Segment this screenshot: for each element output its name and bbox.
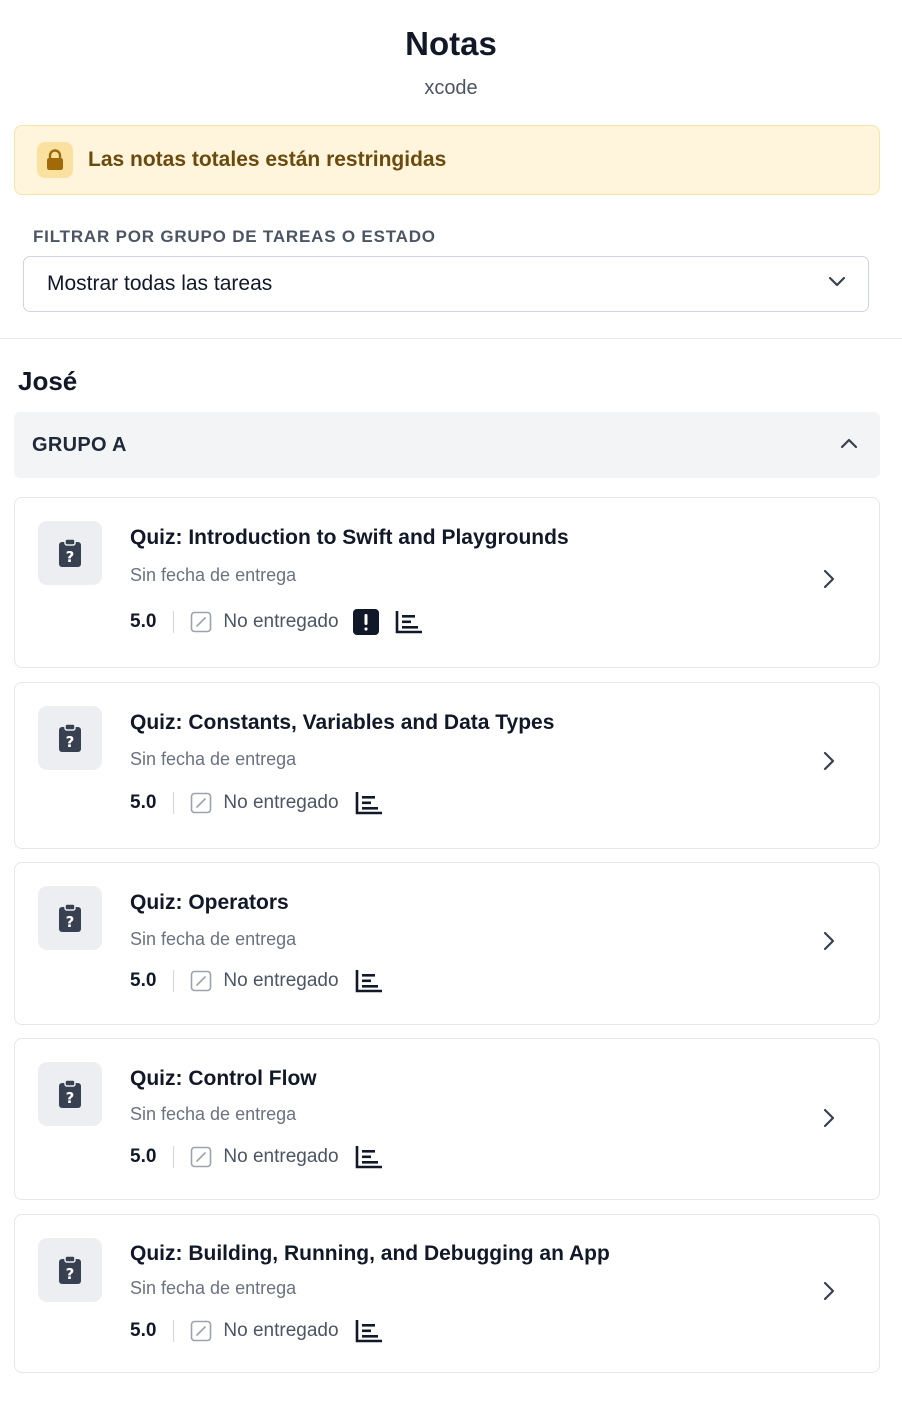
not-submitted-icon [190, 1320, 212, 1342]
due-date: Sin fecha de entrega [130, 565, 297, 585]
chevron-up-icon [840, 436, 858, 454]
statistics-icon[interactable] [355, 969, 383, 993]
grade-value: 5.0 [130, 611, 157, 632]
chevron-right-icon[interactable] [823, 1108, 835, 1128]
svg-text:?: ? [66, 913, 75, 931]
chevron-right-icon[interactable] [823, 1281, 835, 1301]
svg-text:?: ? [66, 1089, 75, 1107]
section-divider [0, 338, 902, 339]
submission-status: No entregado [223, 611, 339, 632]
grade-value: 5.0 [130, 970, 157, 991]
page-title: Notas [405, 25, 497, 62]
course-name: xcode [424, 77, 478, 99]
svg-text:?: ? [66, 548, 75, 566]
lock-icon [37, 142, 73, 178]
filter-selected-value: Mostrar todas las tareas [47, 272, 273, 295]
statistics-icon[interactable] [355, 1319, 383, 1343]
due-date: Sin fecha de entrega [130, 1278, 297, 1298]
not-submitted-icon [190, 611, 212, 633]
assignment-meta: 5.0 No entregado [130, 608, 423, 636]
submission-status: No entregado [223, 1320, 339, 1341]
student-name: José [18, 366, 78, 396]
assignment-title: Quiz: Introduction to Swift and Playgrou… [130, 526, 569, 549]
grade-value: 5.0 [130, 792, 157, 813]
filter-label: FILTRAR POR GRUPO DE TAREAS O ESTADO [33, 227, 436, 246]
assignment-meta: 5.0 No entregado [130, 1143, 383, 1171]
meta-separator [173, 1146, 175, 1168]
submission-status: No entregado [223, 1146, 339, 1167]
statistics-icon[interactable] [355, 791, 383, 815]
not-submitted-icon [190, 1146, 212, 1168]
meta-separator [173, 792, 175, 814]
assignment-card[interactable]: ? Quiz: Introduction to Swift and Playgr… [14, 497, 880, 668]
meta-separator [173, 970, 175, 992]
restricted-grades-banner: Las notas totales están restringidas [14, 125, 880, 195]
not-submitted-icon [190, 792, 212, 814]
assignment-title: Quiz: Constants, Variables and Data Type… [130, 711, 555, 734]
alert-icon[interactable] [352, 609, 379, 635]
quiz-icon: ? [38, 1062, 102, 1126]
not-submitted-icon [190, 970, 212, 992]
assignment-title: Quiz: Building, Running, and Debugging a… [130, 1242, 610, 1265]
quiz-icon: ? [38, 706, 102, 770]
group-title: GRUPO A [32, 433, 127, 456]
chevron-right-icon[interactable] [823, 569, 835, 589]
meta-separator [173, 611, 175, 633]
statistics-icon[interactable] [395, 610, 423, 634]
assignment-meta: 5.0 No entregado [130, 1317, 383, 1345]
chevron-right-icon[interactable] [823, 931, 835, 951]
svg-text:?: ? [66, 733, 75, 751]
banner-message: Las notas totales están restringidas [88, 148, 447, 171]
assignment-meta: 5.0 No entregado [130, 967, 383, 995]
assignment-card[interactable]: ? Quiz: Building, Running, and Debugging… [14, 1214, 880, 1373]
quiz-icon: ? [38, 1238, 102, 1302]
page-header: Notas xcode [0, 0, 902, 100]
due-date: Sin fecha de entrega [130, 749, 297, 769]
grade-value: 5.0 [130, 1320, 157, 1341]
submission-status: No entregado [223, 792, 339, 813]
assignment-card[interactable]: ? Quiz: Constants, Variables and Data Ty… [14, 682, 880, 849]
statistics-icon[interactable] [355, 1145, 383, 1169]
assignment-card[interactable]: ? Quiz: Control Flow Sin fecha de entreg… [14, 1038, 880, 1200]
due-date: Sin fecha de entrega [130, 929, 297, 949]
assignment-title: Quiz: Operators [130, 891, 289, 914]
quiz-icon: ? [38, 521, 102, 585]
filter-select[interactable]: Mostrar todas las tareas [23, 256, 869, 312]
due-date: Sin fecha de entrega [130, 1104, 297, 1124]
chevron-right-icon[interactable] [823, 751, 835, 771]
assignment-card[interactable]: ? Quiz: Operators Sin fecha de entrega 5… [14, 862, 880, 1025]
group-header[interactable]: GRUPO A [14, 412, 880, 478]
assignment-title: Quiz: Control Flow [130, 1067, 317, 1090]
assignment-meta: 5.0 No entregado [130, 789, 383, 817]
chevron-down-icon [828, 275, 846, 293]
quiz-icon: ? [38, 886, 102, 950]
meta-separator [173, 1320, 175, 1342]
grade-value: 5.0 [130, 1146, 157, 1167]
svg-text:?: ? [66, 1265, 75, 1283]
submission-status: No entregado [223, 970, 339, 991]
